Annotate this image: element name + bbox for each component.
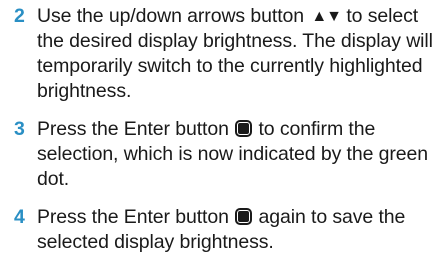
step-2: 2 Use the up/down arrows button ▲▼ to se… [14,4,442,104]
enter-button-icon [235,208,253,225]
step-4: 4 Press the Enter button again to save t… [14,205,442,255]
instruction-steps: 2 Use the up/down arrows button ▲▼ to se… [14,4,442,268]
up-down-arrows-icon: ▲▼ [311,8,342,25]
step-3: 3 Press the Enter button to confirm the … [14,117,442,192]
step-text: Press the Enter button to confirm the se… [37,117,442,192]
step-text-before: Press the Enter button [37,118,235,140]
step-text: Use the up/down arrows button ▲▼ to sele… [37,4,442,104]
step-text: Press the Enter button again to save the… [37,205,442,255]
step-number: 3 [14,118,25,140]
step-text-before: Press the Enter button [37,206,235,228]
step-number: 2 [14,5,25,27]
enter-button-icon [235,120,253,137]
step-text-before: Use the up/down arrows button [37,5,310,27]
step-number: 4 [14,206,25,228]
